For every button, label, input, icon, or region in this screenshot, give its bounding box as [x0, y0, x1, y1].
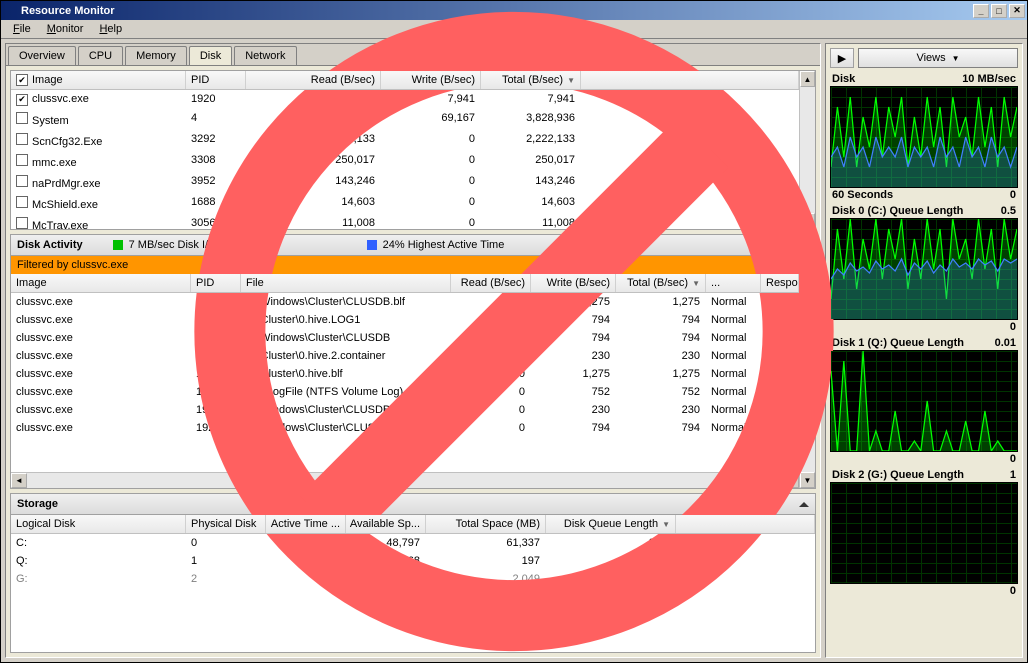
col-pid[interactable]: PID: [186, 71, 246, 89]
col-read[interactable]: Read (B/sec): [246, 71, 381, 89]
storage-header-row: Logical Disk Physical Disk Active Time .…: [11, 515, 815, 534]
col-active[interactable]: Active Time ...: [266, 515, 346, 533]
app-icon: [3, 4, 17, 18]
col-physical[interactable]: Physical Disk: [186, 515, 266, 533]
col-image[interactable]: Image: [11, 274, 191, 292]
chart-2: [830, 350, 1018, 452]
titlebar[interactable]: Resource Monitor _ □ ✕: [1, 1, 1027, 20]
col-write[interactable]: Write (B/sec): [381, 71, 481, 89]
chart-1: [830, 218, 1018, 320]
resource-monitor-window: Resource Monitor _ □ ✕ File Monitor Help…: [0, 0, 1028, 663]
col-pid[interactable]: PID: [191, 274, 241, 292]
chart-0: [830, 86, 1018, 188]
right-panel: ▶ Views▼ Disk10 MB/sec 60 Seconds0 Disk …: [825, 43, 1023, 658]
col-avail[interactable]: Available Sp...: [346, 515, 426, 533]
col-total[interactable]: Total (B/sec)▼: [481, 71, 581, 89]
col-read[interactable]: Read (B/sec): [451, 274, 531, 292]
col-response[interactable]: Respon...: [761, 274, 799, 292]
chart-3: [830, 482, 1018, 584]
sort-desc-icon: ▼: [567, 76, 575, 85]
col-priority[interactable]: ...: [706, 274, 761, 292]
col-total[interactable]: Total Space (MB): [426, 515, 546, 533]
col-queue[interactable]: Disk Queue Length▼: [546, 515, 676, 533]
col-file[interactable]: File: [241, 274, 451, 292]
col-image[interactable]: ✔Image: [11, 71, 186, 89]
col-total[interactable]: Total (B/sec)▼: [616, 274, 706, 292]
check-all[interactable]: ✔: [16, 74, 28, 86]
activity-header-row: Image PID File Read (B/sec) Write (B/sec…: [11, 274, 799, 293]
col-logical[interactable]: Logical Disk: [11, 515, 186, 533]
col-write[interactable]: Write (B/sec): [531, 274, 616, 292]
processes-header-row: ✔Image PID Read (B/sec) Write (B/sec) To…: [11, 71, 799, 90]
